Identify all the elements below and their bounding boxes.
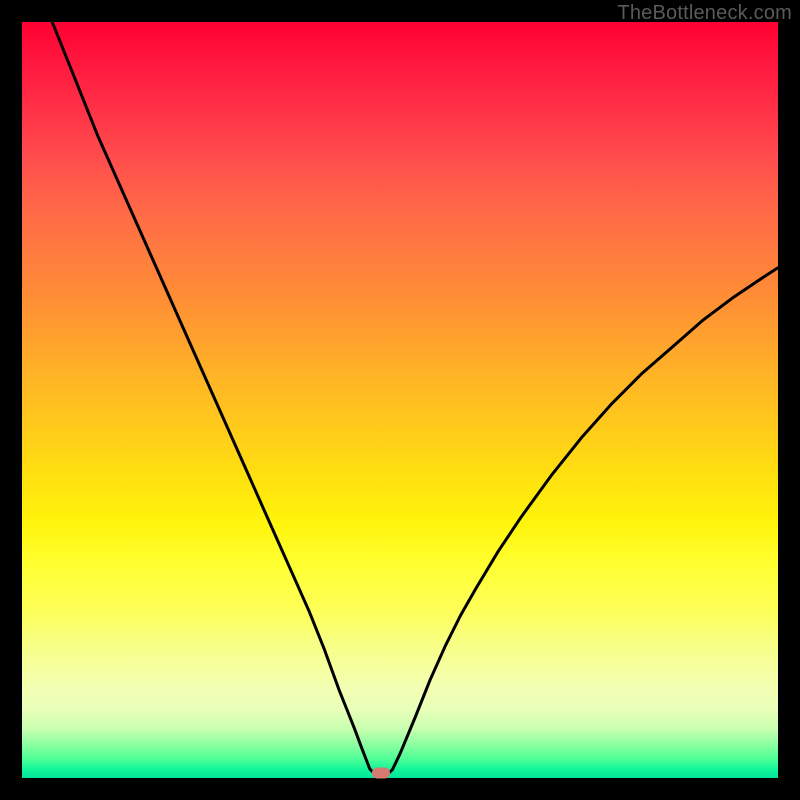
chart-frame: TheBottleneck.com <box>0 0 800 800</box>
chart-plot-area <box>22 22 778 778</box>
bottleneck-curve <box>22 22 778 778</box>
optimal-point-marker <box>372 768 390 779</box>
watermark-label: TheBottleneck.com <box>617 2 792 25</box>
curve-path <box>52 22 778 777</box>
